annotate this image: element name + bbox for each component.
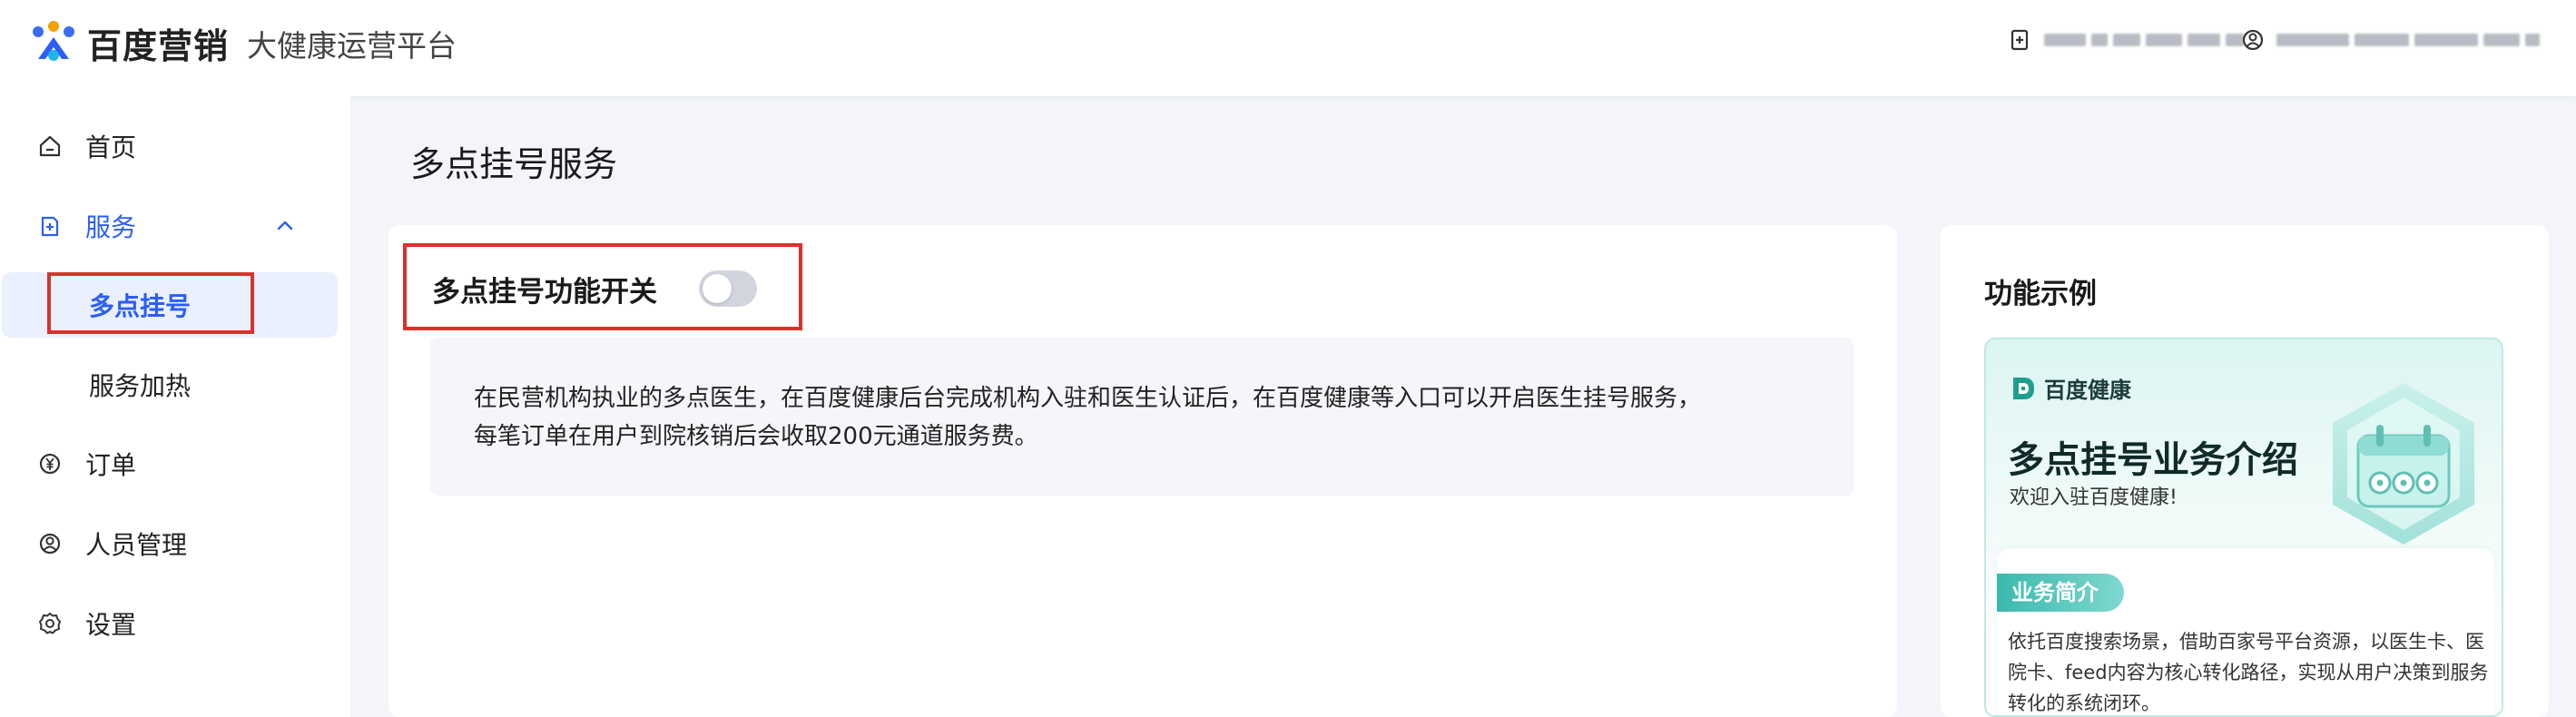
example-desc-line: 院卡、feed内容为核心转化路径，实现从用户决策到服务 xyxy=(2008,662,2489,683)
sidebar-item-label: 服务 xyxy=(85,212,137,242)
sidebar-item-staff[interactable]: 人员管理 xyxy=(0,512,350,575)
sidebar-item-label: 设置 xyxy=(85,610,137,640)
logo[interactable]: 百度营销 大健康运营平台 xyxy=(29,18,457,68)
description-line: 每笔订单在用户到院核销后会收取200元通道服务费。 xyxy=(474,423,1038,450)
example-desc-line: 依托百度搜索场景，借助百家号平台资源，以医生卡、医 xyxy=(2008,631,2484,653)
service-icon xyxy=(41,216,59,237)
chevron-up-icon[interactable] xyxy=(272,213,298,239)
brand-name: 百度营销 xyxy=(87,26,230,66)
home-icon xyxy=(39,135,61,157)
sidebar-item-settings[interactable]: 设置 xyxy=(0,592,350,655)
sidebar-item-home[interactable]: 首页 xyxy=(0,114,350,178)
highlight-box-subitem xyxy=(47,272,254,334)
example-welcome: 欢迎入驻百度健康! xyxy=(2010,486,2178,509)
masked-email-text xyxy=(2276,34,2540,46)
example-description: 依托百度搜索场景，借助百家号平台资源，以医生卡、医 院卡、feed内容为核心转化… xyxy=(2008,626,2489,715)
calendar-illustration-icon xyxy=(2333,383,2474,545)
page-title: 多点挂号服务 xyxy=(410,144,618,184)
sidebar-item-label: 人员管理 xyxy=(85,530,188,560)
yuan-icon xyxy=(39,453,61,475)
person-icon xyxy=(39,533,61,555)
sidebar-item-label: 首页 xyxy=(85,133,137,162)
sidebar-item-orders[interactable]: 订单 xyxy=(0,432,350,496)
gear-icon xyxy=(39,613,61,634)
sidebar-item-service[interactable]: 服务 xyxy=(0,194,350,258)
sidebar-subitem-service-boost[interactable]: 服务加热 xyxy=(0,352,336,417)
example-banner-image: 百度健康 多点挂号业务介绍 欢迎入驻百度健康! 业务简介 依托百度搜索场景，借助… xyxy=(1984,338,2503,717)
sidebar-item-label: 订单 xyxy=(85,450,137,480)
baidu-health-logo-icon xyxy=(2013,377,2034,399)
account-info[interactable] xyxy=(2008,27,2244,53)
sidebar-subitem-label: 服务加热 xyxy=(89,371,192,401)
sidebar: 首页 服务 多点挂号 服务加热 订单 人员管理 设置 xyxy=(0,96,350,717)
example-brand: 百度健康 xyxy=(2008,372,2131,404)
platform-name: 大健康运营平台 xyxy=(247,27,457,64)
example-headline: 多点挂号业务介绍 xyxy=(2008,439,2298,481)
masked-account-text xyxy=(2044,34,2244,46)
user-icon xyxy=(2242,29,2264,51)
highlight-box-switch xyxy=(403,243,802,330)
service-description: 在民营机构执业的多点医生，在百度健康后台完成机构入驻和医生认证后，在百度健康等入… xyxy=(430,338,1853,496)
baidu-marketing-logo-icon xyxy=(29,19,78,68)
user-info[interactable] xyxy=(2240,27,2540,53)
example-desc-line: 转化的系统闭环。 xyxy=(2008,692,2160,714)
example-title: 功能示例 xyxy=(1984,278,2097,310)
description-line: 在民营机构执业的多点医生，在百度健康后台完成机构入驻和医生认证后，在百度健康等入… xyxy=(474,385,1702,412)
example-brand-label: 百度健康 xyxy=(2044,378,2131,403)
example-tag: 业务简介 xyxy=(1997,574,2124,612)
account-icon xyxy=(2011,29,2029,51)
top-header: 百度营销 大健康运营平台 xyxy=(0,0,2576,96)
